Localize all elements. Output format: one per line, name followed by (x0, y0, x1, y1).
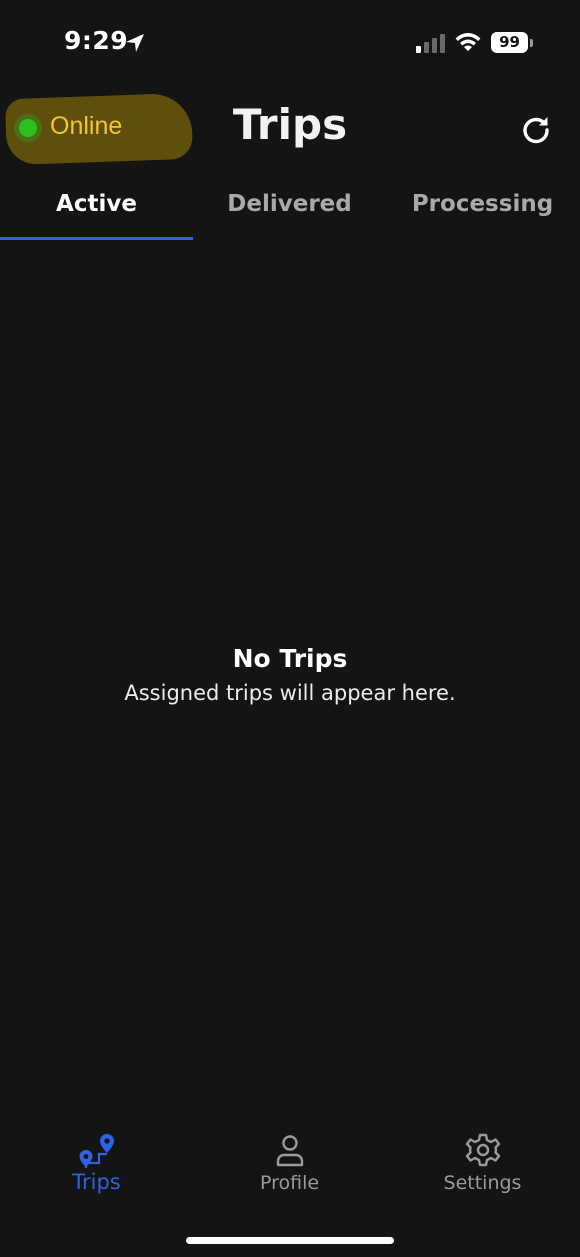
nav-label-settings: Settings (443, 1172, 522, 1194)
location-arrow-icon (126, 34, 144, 52)
nav-label-trips: Trips (72, 1170, 121, 1194)
tab-processing[interactable]: Processing (386, 176, 579, 240)
person-icon (276, 1135, 303, 1167)
header: Online Trips (0, 88, 580, 168)
nav-label-profile: Profile (259, 1172, 320, 1194)
nav-item-profile[interactable]: Profile (193, 1120, 386, 1210)
cellular-signal-icon (416, 34, 445, 53)
empty-state-subtitle: Assigned trips will appear here. (124, 681, 456, 705)
wifi-icon (455, 33, 481, 51)
battery-level: 99 (491, 32, 528, 53)
status-bar: 9:29 99 (0, 0, 580, 88)
empty-state-title: No Trips (232, 644, 348, 673)
status-time: 9:29 (64, 26, 129, 55)
gear-icon (465, 1133, 500, 1167)
empty-state: No Trips Assigned trips will appear here… (0, 644, 580, 705)
home-indicator[interactable] (186, 1237, 394, 1244)
battery-indicator: 99 (491, 32, 533, 54)
tab-bar: Active Delivered Processing (0, 176, 580, 242)
tab-delivered[interactable]: Delivered (193, 176, 386, 240)
nav-item-trips[interactable]: Trips (0, 1120, 193, 1210)
nav-item-settings[interactable]: Settings (386, 1120, 579, 1210)
active-tab-indicator (0, 237, 193, 240)
battery-cap (530, 39, 533, 47)
page-title: Trips (232, 100, 348, 149)
refresh-icon[interactable] (518, 112, 554, 148)
map-pins-icon (79, 1134, 114, 1168)
bottom-nav: Trips Profile Settings (0, 1120, 580, 1210)
tab-active[interactable]: Active (0, 176, 193, 240)
